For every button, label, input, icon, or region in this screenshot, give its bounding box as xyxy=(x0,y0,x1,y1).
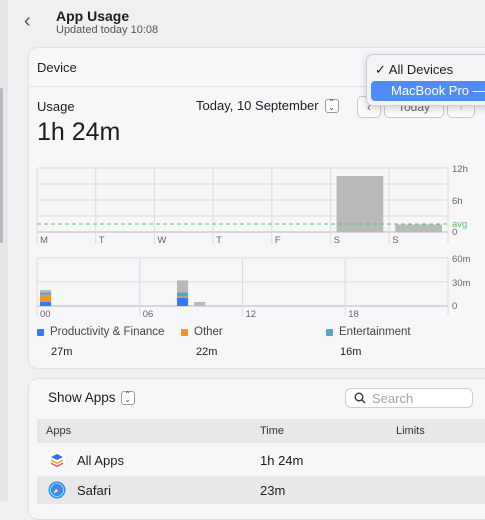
legend-label: Other xyxy=(194,326,223,338)
legend-item-other: Other xyxy=(181,326,223,338)
show-apps-label: Show Apps xyxy=(48,390,116,405)
day-label: M xyxy=(40,235,48,246)
x-tick-label: 12 xyxy=(246,309,257,320)
day-label: T xyxy=(216,235,222,246)
column-header-apps[interactable]: Apps xyxy=(46,425,71,437)
day-label: S xyxy=(392,235,398,246)
search-placeholder: Search xyxy=(372,390,414,406)
hourly-bar-segment xyxy=(194,302,206,306)
legend-value: 16m xyxy=(340,346,362,358)
x-tick-label: 00 xyxy=(40,309,51,320)
table-header: Apps Time Limits xyxy=(37,419,485,443)
column-header-limits[interactable]: Limits xyxy=(396,425,425,437)
table-row[interactable]: All Apps 1h 24m xyxy=(37,446,485,474)
menu-item-all-devices[interactable]: ✓ All Devices xyxy=(375,62,453,78)
hourly-bar-segment xyxy=(177,298,189,306)
search-icon xyxy=(354,392,366,404)
hourly-bar-segment xyxy=(177,280,189,293)
hourly-bar-segment xyxy=(40,302,52,306)
app-name: All Apps xyxy=(77,453,124,468)
day-label: T xyxy=(99,235,105,246)
hourly-bar-segment xyxy=(40,292,52,295)
updown-icon: ⌃ ⌄ xyxy=(120,390,135,405)
column-header-time[interactable]: Time xyxy=(260,425,284,437)
table-row[interactable]: Safari 23m xyxy=(37,476,485,504)
x-tick-label: 06 xyxy=(143,309,154,320)
app-time: 23m xyxy=(260,483,286,498)
hourly-bar-segment xyxy=(40,294,52,302)
legend-item-entertainment: Entertainment xyxy=(326,326,411,338)
day-label: S xyxy=(334,235,340,246)
day-label: F xyxy=(275,235,281,246)
legend-label: Entertainment xyxy=(339,326,411,338)
legend-item-productivity: Productivity & Finance xyxy=(37,326,164,338)
y-tick-label: 60m xyxy=(452,254,471,265)
x-tick-label: 18 xyxy=(348,309,359,320)
hourly-bar-segment xyxy=(177,296,189,298)
show-apps-select[interactable]: Show Apps ⌃ ⌄ xyxy=(48,390,135,405)
weekly-bar xyxy=(395,224,442,232)
hourly-bar-segment xyxy=(177,292,189,297)
y-tick-label: 6h xyxy=(452,196,463,207)
hourly-bar-segment xyxy=(40,290,52,293)
legend-value: 27m xyxy=(51,346,73,358)
legend-swatch xyxy=(181,328,188,336)
app-name: Safari xyxy=(77,483,111,498)
y-tick-label: 0 xyxy=(452,227,457,238)
y-tick-label: 0 xyxy=(452,301,457,312)
legend-swatch xyxy=(326,328,333,336)
legend-swatch xyxy=(37,328,44,336)
compass-icon xyxy=(48,481,66,499)
menu-item-macbook-pro[interactable]: MacBook Pro — xyxy=(371,81,485,101)
legend-label: Productivity & Finance xyxy=(50,326,165,338)
app-time: 1h 24m xyxy=(260,453,304,468)
y-tick-label: 30m xyxy=(452,278,471,289)
layers-icon xyxy=(49,452,65,468)
legend-value: 22m xyxy=(196,346,218,358)
search-field[interactable]: Search xyxy=(345,388,473,408)
device-menu: ✓ All Devices MacBook Pro — xyxy=(366,54,485,106)
day-label: W xyxy=(157,235,166,246)
y-tick-label: 12h xyxy=(452,164,468,175)
